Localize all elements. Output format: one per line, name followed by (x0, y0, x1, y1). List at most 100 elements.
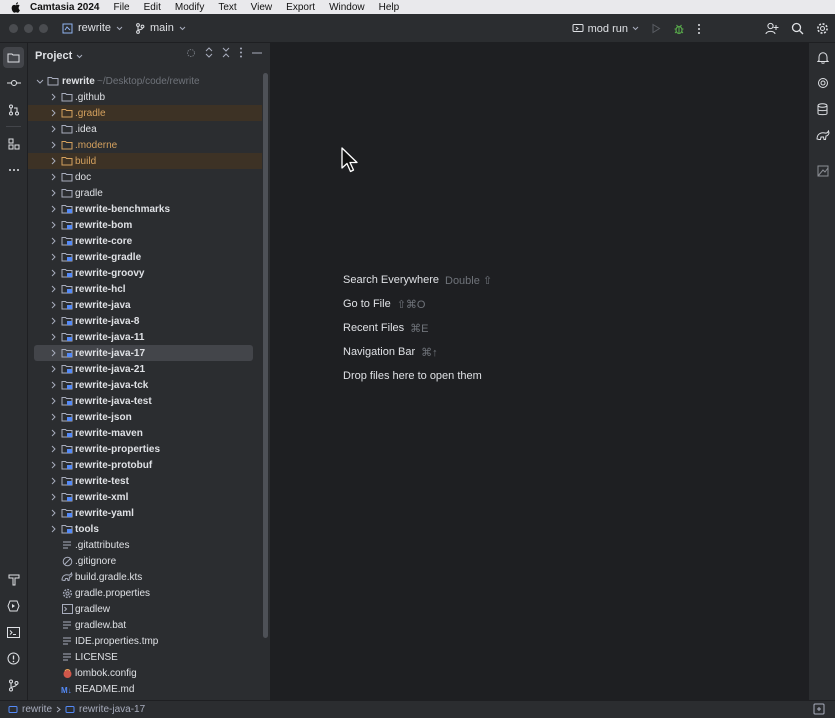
chevron-right-icon[interactable] (49, 253, 57, 261)
settings-gear-icon[interactable] (816, 22, 829, 35)
tree-folder-row[interactable]: rewrite-core (28, 233, 262, 249)
more-tools-button[interactable] (3, 159, 24, 180)
app-name-menu[interactable]: Camtasia 2024 (30, 2, 100, 13)
tree-file-row[interactable]: gradle.properties (28, 585, 262, 601)
tree-folder-row[interactable]: rewrite-yaml (28, 505, 262, 521)
add-user-icon[interactable] (765, 22, 779, 35)
tree-file-row[interactable]: IDE.properties.tmp (28, 633, 262, 649)
chevron-right-icon[interactable] (49, 493, 57, 501)
tree-folder-row[interactable]: rewrite-java-8 (28, 313, 262, 329)
tree-folder-row[interactable]: rewrite-java-test (28, 393, 262, 409)
chevron-right-icon[interactable] (49, 445, 57, 453)
pull-requests-tool-button[interactable] (3, 99, 24, 120)
breadcrumb-module[interactable]: rewrite-java-17 (79, 704, 145, 715)
run-icon[interactable] (651, 23, 661, 34)
close-window-button[interactable] (9, 23, 18, 33)
tree-folder-row[interactable]: rewrite-xml (28, 489, 262, 505)
lock-status-icon[interactable] (813, 703, 825, 715)
tree-folder-row[interactable]: rewrite-hcl (28, 281, 262, 297)
tree-folder-row[interactable]: .github (28, 89, 262, 105)
tree-folder-row[interactable]: .gradle (28, 105, 262, 121)
chevron-right-icon[interactable] (49, 285, 57, 293)
chevron-right-icon[interactable] (49, 381, 57, 389)
more-vertical-icon[interactable] (239, 47, 243, 58)
chevron-right-icon[interactable] (49, 141, 57, 149)
tree-file-row[interactable]: build.gradle.kts (28, 569, 262, 585)
minimize-window-button[interactable] (24, 23, 33, 33)
chevron-right-icon[interactable] (49, 365, 57, 373)
tree-folder-row[interactable]: doc (28, 169, 262, 185)
menu-modify[interactable]: Modify (175, 2, 204, 13)
menu-text[interactable]: Text (218, 2, 236, 13)
tree-file-row[interactable]: .gitattributes (28, 537, 262, 553)
commit-tool-button[interactable] (3, 72, 24, 93)
chevron-right-icon[interactable] (49, 93, 57, 101)
tree-folder-row[interactable]: gradle (28, 185, 262, 201)
menu-edit[interactable]: Edit (144, 2, 161, 13)
expand-all-icon[interactable] (205, 47, 213, 58)
chevron-right-icon[interactable] (49, 269, 57, 277)
chevron-right-icon[interactable] (49, 461, 57, 469)
project-scrollbar-thumb[interactable] (263, 73, 268, 638)
chevron-right-icon[interactable] (49, 525, 57, 533)
tree-file-row[interactable]: gradlew.bat (28, 617, 262, 633)
tree-file-row[interactable]: gradlew (28, 601, 262, 617)
coverage-tool-button[interactable] (813, 161, 832, 180)
menu-export[interactable]: Export (286, 2, 315, 13)
gradle-tool-button[interactable] (813, 126, 832, 145)
chevron-right-icon[interactable] (49, 125, 57, 133)
tree-folder-row[interactable]: rewrite-java-tck (28, 377, 262, 393)
tree-folder-row[interactable]: rewrite-java-17 (34, 345, 253, 361)
database-tool-button[interactable] (813, 100, 832, 119)
tree-folder-row[interactable]: rewrite-gradle (28, 249, 262, 265)
chevron-right-icon[interactable] (49, 333, 57, 341)
chevron-right-icon[interactable] (49, 317, 57, 325)
zoom-window-button[interactable] (39, 23, 48, 33)
chevron-right-icon[interactable] (49, 413, 57, 421)
git-tool-button[interactable] (3, 675, 24, 696)
hint-recent-files[interactable]: Recent Files ⌘E (343, 316, 492, 340)
tree-file-row[interactable]: LICENSE (28, 649, 262, 665)
editor-empty-area[interactable]: Search Everywhere Double ⇧ Go to File ⇧⌘O … (271, 43, 808, 700)
debug-icon[interactable] (673, 23, 685, 35)
chevron-right-icon[interactable] (49, 221, 57, 229)
branch-switcher[interactable]: main (135, 22, 186, 34)
tree-folder-row[interactable]: rewrite-test (28, 473, 262, 489)
tree-folder-row[interactable]: .moderne (28, 137, 262, 153)
chevron-right-icon[interactable] (49, 349, 57, 357)
chevron-right-icon[interactable] (49, 397, 57, 405)
structure-tool-button[interactable] (3, 133, 24, 154)
menu-view[interactable]: View (251, 2, 273, 13)
tree-file-row[interactable]: M↓ README.md (28, 681, 262, 697)
terminal-tool-button[interactable] (3, 622, 24, 643)
collapse-all-icon[interactable] (222, 47, 230, 58)
search-icon[interactable] (791, 22, 804, 35)
hint-navigation-bar[interactable]: Navigation Bar ⌘↑ (343, 340, 492, 364)
chevron-right-icon[interactable] (49, 301, 57, 309)
tree-folder-row[interactable]: tools (28, 521, 262, 537)
project-scrollbar[interactable] (262, 73, 268, 638)
tree-folder-row[interactable]: rewrite-benchmarks (28, 201, 262, 217)
project-tool-button[interactable] (3, 47, 24, 68)
tree-folder-row[interactable]: rewrite-protobuf (28, 457, 262, 473)
tree-folder-row[interactable]: rewrite-java (28, 297, 262, 313)
tree-folder-row[interactable]: rewrite-java-21 (28, 361, 262, 377)
chevron-right-icon[interactable] (49, 157, 57, 165)
menu-window[interactable]: Window (329, 2, 365, 13)
chevron-right-icon[interactable] (49, 237, 57, 245)
chevron-right-icon[interactable] (49, 429, 57, 437)
menu-file[interactable]: File (114, 2, 130, 13)
chevron-right-icon[interactable] (49, 509, 57, 517)
chevron-right-icon[interactable] (49, 109, 57, 117)
locate-file-icon[interactable] (186, 48, 196, 58)
chevron-right-icon[interactable] (49, 205, 57, 213)
tree-folder-row[interactable]: .idea (28, 121, 262, 137)
tree-folder-row[interactable]: build (28, 153, 262, 169)
minimize-panel-icon[interactable] (252, 52, 262, 54)
run-configuration-selector[interactable]: mod run (572, 23, 639, 35)
tree-root-row[interactable]: rewrite ~/Desktop/code/rewrite (28, 73, 262, 89)
notifications-tool-button[interactable] (813, 48, 832, 67)
tree-file-row[interactable]: .gitignore (28, 553, 262, 569)
tree-folder-row[interactable]: rewrite-java-11 (28, 329, 262, 345)
problems-tool-button[interactable] (3, 648, 24, 669)
